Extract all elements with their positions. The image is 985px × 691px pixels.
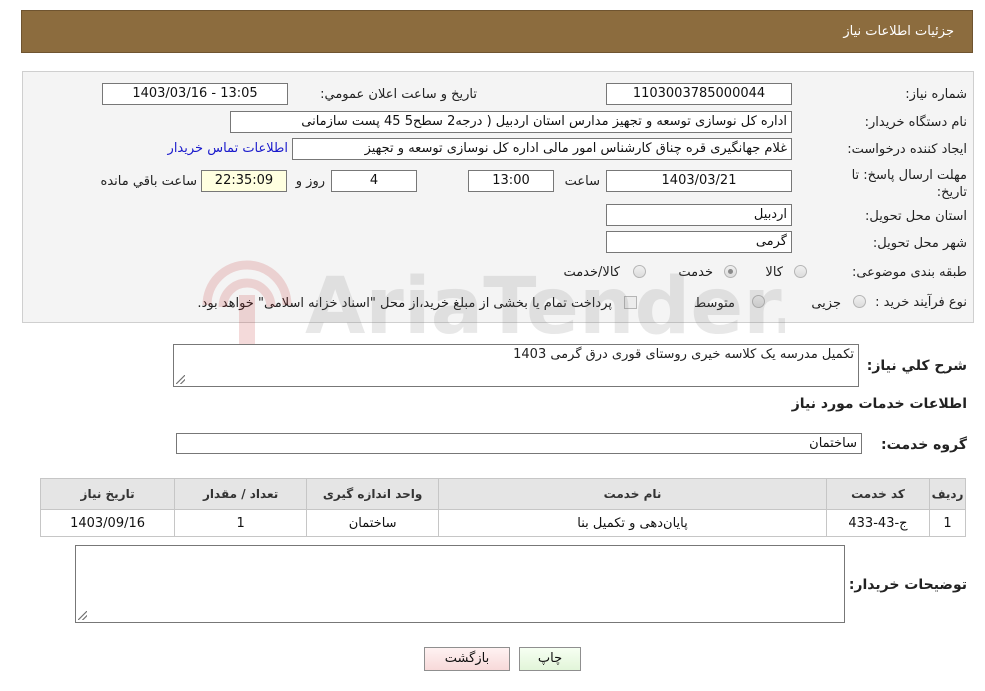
category-goods-service-label: کالا/خدمت	[563, 265, 620, 280]
category-label: طبقه بندی موضوعی:	[851, 265, 967, 280]
category-goods-label: کالا	[765, 265, 783, 280]
cell-quantity: 1	[174, 509, 308, 537]
deadline-days-field: 4	[331, 170, 417, 192]
buyer-notes-label: توضیحات خریدار:	[848, 577, 967, 593]
purchase-minor-radio[interactable]	[853, 295, 866, 308]
buyer-org-field: اداره کل نوسازی توسعه و تجهیز مدارس استا…	[230, 111, 792, 133]
remaining-time-label: ساعت باقي مانده	[100, 174, 197, 189]
col-header-service-name: نام خدمت	[438, 478, 827, 510]
need-number-label: شماره نیاز:	[905, 87, 967, 102]
col-header-quantity: تعداد / مقدار	[174, 478, 308, 510]
category-service-radio[interactable]	[724, 265, 737, 278]
purchase-minor-label: جزیی	[811, 296, 841, 311]
resize-grip-icon[interactable]	[176, 375, 185, 384]
requester-field: غلام جهانگیری قره چناق کارشناس امور مالی…	[292, 138, 792, 160]
deadline-days-label: روز و	[295, 174, 325, 189]
cell-service-name: پایان‌دهی و تکمیل بنا	[438, 509, 827, 537]
city-label: شهر محل تحویل:	[872, 236, 967, 251]
col-header-service-code: کد خدمت	[825, 478, 931, 510]
category-goods-radio[interactable]	[794, 265, 807, 278]
treasury-docs-checkbox[interactable]	[624, 296, 637, 309]
cell-service-code: ج-43-433	[825, 509, 931, 537]
deadline-time-field: 13:00	[468, 170, 554, 192]
buyer-notes-textarea[interactable]	[75, 545, 845, 623]
cell-unit: ساختمان	[306, 509, 440, 537]
page-title: جزئیات اطلاعات نیاز	[843, 24, 954, 39]
buyer-contact-link[interactable]: اطلاعات تماس خریدار	[168, 141, 288, 156]
back-button[interactable]: بازگشت	[424, 647, 510, 671]
purchase-medium-label: متوسط	[694, 296, 735, 311]
cell-row-number: 1	[929, 509, 966, 537]
requester-label: ایجاد کننده درخواست:	[847, 142, 967, 157]
deadline-time-label: ساعت	[564, 174, 600, 189]
deadline-label: مهلت ارسال پاسخ: تا تاریخ:	[851, 168, 967, 200]
services-section-title: اطلاعات خدمات مورد نیاز	[791, 396, 967, 412]
col-header-unit: واحد اندازه گیری	[306, 478, 440, 510]
col-header-row-number: ردیف	[929, 478, 966, 510]
remaining-time-field: 22:35:09	[201, 170, 287, 192]
need-number-field: 1103003785000044	[606, 83, 792, 105]
table-header-row: ردیف کد خدمت نام خدمت واحد اندازه گیری ت…	[39, 478, 966, 510]
summary-text: تکمیل مدرسه یک کلاسه خیری روستای قوری در…	[513, 347, 854, 362]
category-goods-service-radio[interactable]	[633, 265, 646, 278]
page-header: جزئیات اطلاعات نیاز	[21, 10, 973, 53]
service-group-label: گروه خدمت:	[881, 437, 967, 453]
province-label: استان محل تحویل:	[865, 209, 967, 224]
city-field: گرمی	[606, 231, 792, 253]
summary-textarea[interactable]: تکمیل مدرسه یک کلاسه خیری روستای قوری در…	[173, 344, 859, 387]
cell-need-date: 1403/09/16	[39, 509, 176, 537]
category-service-label: خدمت	[678, 265, 713, 280]
buyer-org-label: نام دستگاه خریدار:	[864, 115, 967, 130]
resize-grip-icon[interactable]	[78, 611, 87, 620]
service-group-field: ساختمان	[176, 433, 862, 454]
announce-datetime-field: 1403/03/16 - 13:05	[102, 83, 288, 105]
services-table: ردیف کد خدمت نام خدمت واحد اندازه گیری ت…	[39, 478, 966, 537]
print-button[interactable]: چاپ	[519, 647, 581, 671]
announce-datetime-label: تاریخ و ساعت اعلان عمومي:	[320, 87, 477, 102]
purchase-medium-radio[interactable]	[752, 295, 765, 308]
treasury-docs-note: پرداخت تمام یا بخشی از مبلغ خرید،از محل …	[197, 296, 612, 311]
province-field: اردبیل	[606, 204, 792, 226]
table-row: 1 ج-43-433 پایان‌دهی و تکمیل بنا ساختمان…	[39, 509, 966, 537]
purchase-type-label: نوع فرآیند خرید :	[875, 295, 967, 310]
deadline-date-field: 1403/03/21	[606, 170, 792, 192]
col-header-need-date: تاریخ نیاز	[39, 478, 176, 510]
summary-label: شرح کلي نیاز:	[866, 358, 967, 374]
